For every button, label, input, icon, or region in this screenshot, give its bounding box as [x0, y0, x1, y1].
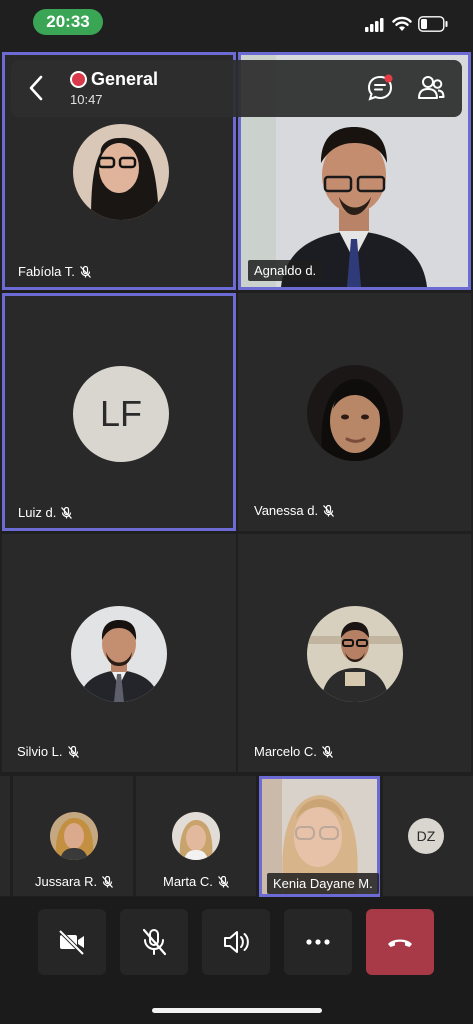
speaker-icon — [224, 931, 249, 953]
participant-initials-avatar: DZ — [408, 818, 444, 854]
mic-muted-icon — [217, 875, 229, 888]
participant-name: Silvio L. — [17, 744, 63, 759]
call-header-bar: General 10:47 — [11, 60, 462, 117]
participant-name-tag: Fabíola T. — [18, 264, 91, 279]
camera-off-icon — [58, 929, 85, 956]
participant-name-tag: Marcelo C. — [254, 744, 333, 759]
home-indicator[interactable] — [152, 1008, 322, 1013]
mic-muted-icon — [79, 265, 91, 278]
status-time: 20:33 — [33, 9, 103, 35]
participant-name-tag: Silvio L. — [17, 744, 79, 759]
participant-initials-avatar: LF — [73, 366, 169, 462]
participant-avatar — [307, 606, 403, 702]
participant-tile-luiz[interactable]: LF Luiz d. — [2, 293, 236, 531]
participant-tile-silvio[interactable]: Silvio L. — [2, 534, 236, 772]
participant-avatar — [172, 812, 220, 860]
participant-name: Marcelo C. — [254, 744, 317, 759]
participant-strip-kenia[interactable]: Kenia Dayane M. — [259, 776, 380, 897]
participant-tile-vanessa[interactable]: Vanessa d. — [238, 293, 471, 531]
hang-up-icon — [388, 939, 412, 947]
participant-strip-overflow-left[interactable] — [0, 776, 10, 896]
participant-name: Jussara R. — [35, 874, 98, 889]
speaker-button[interactable] — [202, 909, 270, 975]
participant-strip-marta[interactable]: Marta C. — [136, 776, 256, 896]
hang-up-button[interactable] — [366, 909, 434, 975]
participant-name-tag: Marta C. — [163, 874, 229, 889]
call-title: General — [91, 69, 159, 89]
back-arrow-icon[interactable] — [25, 73, 47, 103]
mic-muted-icon — [61, 506, 73, 519]
camera-toggle-button[interactable] — [38, 909, 106, 975]
more-icon — [306, 939, 330, 945]
participant-name-tag: Agnaldo d. — [248, 260, 323, 281]
participant-name-tag: Jussara R. — [35, 874, 114, 889]
mic-muted-icon — [102, 875, 114, 888]
participant-strip-dz[interactable]: DZ — [383, 776, 473, 896]
participant-avatar — [73, 124, 169, 220]
participant-avatar — [50, 812, 98, 860]
participant-name: Vanessa d. — [254, 503, 319, 518]
battery-icon — [418, 16, 448, 32]
cellular-signal-icon — [365, 18, 384, 32]
participant-name-tag: Luiz d. — [18, 505, 73, 520]
mic-muted-icon — [67, 745, 79, 758]
participant-name: Kenia Dayane M. — [273, 876, 373, 891]
more-options-button[interactable] — [284, 909, 352, 975]
chat-icon[interactable] — [366, 74, 394, 102]
participant-name: Fabíola T. — [18, 264, 75, 279]
mic-off-icon — [142, 928, 167, 956]
participant-name: Agnaldo d. — [254, 263, 317, 278]
status-bar: 20:33 — [0, 0, 473, 46]
participant-tile-marcelo[interactable]: Marcelo C. — [238, 534, 471, 772]
participant-avatar — [71, 606, 167, 702]
participant-name: Marta C. — [163, 874, 213, 889]
recording-icon — [70, 71, 87, 88]
participant-strip-jussara[interactable]: Jussara R. — [13, 776, 133, 896]
participant-name-tag: Kenia Dayane M. — [267, 873, 379, 894]
call-elapsed-time: 10:47 — [70, 92, 103, 107]
mic-muted-icon — [321, 745, 333, 758]
participant-name: Luiz d. — [18, 505, 57, 520]
participant-name-tag: Vanessa d. — [254, 503, 335, 518]
mic-muted-icon — [323, 504, 335, 517]
call-toolbar — [0, 897, 473, 1024]
participants-icon[interactable] — [417, 74, 445, 102]
wifi-icon — [392, 16, 412, 31]
participant-avatar — [307, 365, 403, 461]
microphone-toggle-button[interactable] — [120, 909, 188, 975]
